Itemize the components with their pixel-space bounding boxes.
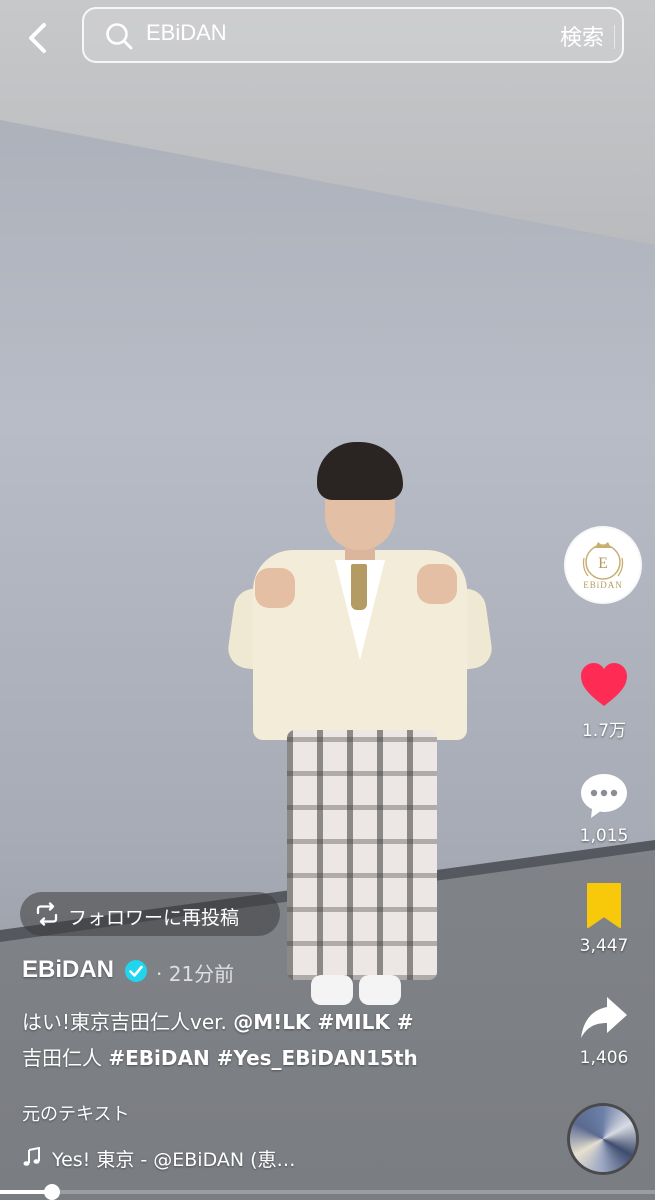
save-button[interactable]: 3,447 <box>568 880 640 956</box>
author-name[interactable]: EBiDAN <box>22 956 114 984</box>
caption-hashtags[interactable]: @M!LK #MILK # <box>233 1010 413 1034</box>
right-fist <box>417 564 457 604</box>
pants <box>287 730 437 980</box>
share-button[interactable]: 1,406 <box>568 992 640 1068</box>
comment-button[interactable]: 1,015 <box>568 770 640 846</box>
svg-text:E: E <box>598 555 608 572</box>
left-shoe <box>311 975 353 1005</box>
tie <box>351 564 367 610</box>
save-count: 3,447 <box>579 936 629 956</box>
caption-text: はい!東京吉田仁人ver. <box>22 1010 234 1034</box>
search-input[interactable]: EBiDAN <box>146 20 227 46</box>
like-button[interactable]: 1.7万 <box>568 660 640 741</box>
comment-icon <box>581 774 627 818</box>
repost-button[interactable]: フォロワーに再投稿 <box>20 892 280 936</box>
hair <box>317 442 403 500</box>
account-avatar[interactable]: E EBiDAN <box>566 528 640 602</box>
post-time: · 21分前 <box>156 962 235 986</box>
search-divider <box>614 25 615 49</box>
crown-crest-icon: E <box>582 542 624 580</box>
dancer <box>225 440 495 1040</box>
music-title: Yes! 東京 - @EBiDAN (恵… <box>52 1149 296 1171</box>
search-bar[interactable]: EBiDAN 検索 <box>82 7 624 63</box>
search-icon <box>106 23 133 50</box>
right-shoe <box>359 975 401 1005</box>
progress-bar[interactable] <box>0 1184 655 1200</box>
back-button[interactable] <box>18 18 58 58</box>
repost-label: フォロワーに再投稿 <box>68 907 240 929</box>
share-icon <box>581 997 627 1038</box>
caption-text: 吉田仁人 <box>22 1046 109 1070</box>
left-fist <box>255 568 295 608</box>
heart-icon <box>581 663 627 706</box>
comment-count: 1,015 <box>579 826 629 846</box>
avatar-label: EBiDAN <box>583 580 623 590</box>
search-button[interactable]: 検索 <box>560 20 604 52</box>
share-count: 1,406 <box>579 1048 629 1068</box>
music-note-icon <box>23 1147 40 1166</box>
music-line[interactable]: Yes! 東京 - @EBiDAN (恵… <box>22 1143 352 1173</box>
caption-hashtags[interactable]: #EBiDAN #Yes_EBiDAN15th <box>108 1046 417 1070</box>
bookmark-icon <box>587 883 621 928</box>
repost-icon <box>36 902 58 926</box>
like-count: 1.7万 <box>581 721 627 741</box>
original-text-link[interactable]: 元のテキスト <box>22 1100 129 1126</box>
verified-icon <box>125 960 147 982</box>
music-disc[interactable] <box>570 1106 636 1172</box>
post-caption: はい!東京吉田仁人ver. @M!LK #MILK # 吉田仁人 #EBiDAN… <box>22 1004 492 1076</box>
chevron-left-icon <box>29 23 46 53</box>
